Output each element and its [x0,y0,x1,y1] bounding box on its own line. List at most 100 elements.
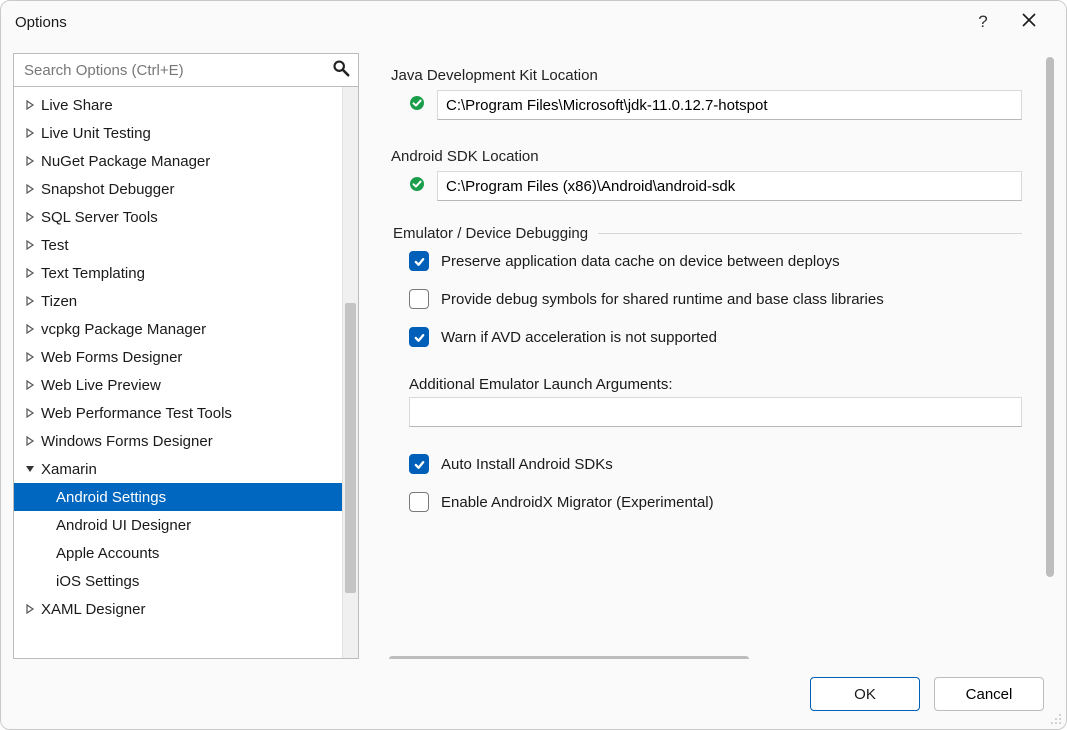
tree-item[interactable]: Live Unit Testing [14,119,358,147]
preserve-cache-checkbox[interactable] [409,251,429,271]
jdk-path-row [391,90,1022,120]
settings-panel: Java Development Kit Location Android SD… [389,53,1054,659]
tree-item[interactable]: SQL Server Tools [14,203,358,231]
androidx-row[interactable]: Enable AndroidX Migrator (Experimental) [391,483,1022,521]
tree-item[interactable]: Web Performance Test Tools [14,399,358,427]
tree-item-label: Web Forms Designer [41,349,182,366]
androidx-label: Enable AndroidX Migrator (Experimental) [441,494,714,511]
tree-item[interactable]: vcpkg Package Manager [14,315,358,343]
chevron-right-icon[interactable] [24,604,35,615]
tree-scrollbar-thumb[interactable] [345,303,356,593]
chevron-right-icon[interactable] [24,268,35,279]
auto-install-row[interactable]: Auto Install Android SDKs [391,445,1022,483]
settings-hscroll-thumb[interactable] [389,656,749,659]
tree-item[interactable]: XAML Designer [14,595,358,623]
tree-item-label: XAML Designer [41,601,146,618]
search-input[interactable] [14,54,358,86]
emulator-group: Emulator / Device Debugging Preserve app… [391,225,1022,521]
tree-item[interactable]: Xamarin [14,455,358,483]
search-icon [332,59,350,81]
tree-item[interactable]: Windows Forms Designer [14,427,358,455]
chevron-right-icon[interactable] [24,212,35,223]
chevron-right-icon[interactable] [24,156,35,167]
tree-item[interactable]: Test [14,231,358,259]
auto-install-label: Auto Install Android SDKs [441,456,613,473]
chevron-right-icon[interactable] [24,324,35,335]
left-column: Live Share Live Unit Testing NuGet Package… [13,53,359,659]
tree-scrollbar[interactable] [342,87,358,658]
tree-item-label: Live Unit Testing [41,125,151,142]
sdk-path-row [391,171,1022,201]
sdk-path-input[interactable] [437,171,1022,201]
titlebar: Options ? [1,1,1066,43]
tree-item-label: Xamarin [41,461,97,478]
tree-item-label: Web Performance Test Tools [41,405,232,422]
tree-item[interactable]: Web Forms Designer [14,343,358,371]
jdk-path-input[interactable] [437,90,1022,120]
tree-item-label: Apple Accounts [56,545,159,562]
tree-item-label: Android UI Designer [56,517,191,534]
androidx-checkbox[interactable] [409,492,429,512]
window-title: Options [15,14,67,31]
chevron-right-icon[interactable] [24,352,35,363]
warn-avd-row[interactable]: Warn if AVD acceleration is not supporte… [391,318,1022,356]
options-tree: Live Share Live Unit Testing NuGet Package… [13,87,359,659]
tree-item-label: Web Live Preview [41,377,161,394]
warn-avd-label: Warn if AVD acceleration is not supporte… [441,329,717,346]
preserve-cache-row[interactable]: Preserve application data cache on devic… [391,242,1022,280]
tree-item[interactable]: Web Live Preview [14,371,358,399]
emulator-group-label: Emulator / Device Debugging [391,225,598,242]
chevron-down-icon[interactable] [24,464,35,475]
check-ok-icon [409,176,425,196]
tree-item-label: vcpkg Package Manager [41,321,206,338]
debug-symbols-checkbox[interactable] [409,289,429,309]
options-dialog: Options ? Live Share Live Unit Testing NuG… [0,0,1067,730]
chevron-right-icon[interactable] [24,408,35,419]
auto-install-checkbox[interactable] [409,454,429,474]
debug-symbols-row[interactable]: Provide debug symbols for shared runtime… [391,280,1022,318]
chevron-right-icon[interactable] [24,100,35,111]
chevron-right-icon[interactable] [24,240,35,251]
settings-scrollbar[interactable] [1046,53,1054,659]
warn-avd-checkbox[interactable] [409,327,429,347]
chevron-right-icon[interactable] [24,184,35,195]
tree-child-item[interactable]: Apple Accounts [14,539,358,567]
chevron-right-icon[interactable] [24,128,35,139]
tree-child-item[interactable]: Android UI Designer [14,511,358,539]
cancel-button[interactable]: Cancel [934,677,1044,711]
emulator-args-input[interactable] [409,397,1022,427]
tree-item[interactable]: Snapshot Debugger [14,175,358,203]
tree-item[interactable]: Text Templating [14,259,358,287]
tree-child-item[interactable]: iOS Settings [14,567,358,595]
tree-item[interactable]: Tizen [14,287,358,315]
dialog-body: Live Share Live Unit Testing NuGet Package… [1,43,1066,659]
tree-item-label: Android Settings [56,489,166,506]
tree-item-label: Windows Forms Designer [41,433,213,450]
preserve-cache-label: Preserve application data cache on devic… [441,253,840,270]
chevron-right-icon[interactable] [24,436,35,447]
tree-item-label: Live Share [41,97,113,114]
settings-scrollbar-thumb[interactable] [1046,57,1054,577]
help-icon: ? [978,12,987,32]
tree-item[interactable]: NuGet Package Manager [14,147,358,175]
close-icon [1022,13,1036,31]
tree-item-label: Snapshot Debugger [41,181,174,198]
debug-symbols-label: Provide debug symbols for shared runtime… [441,291,884,308]
tree-item-label: SQL Server Tools [41,209,158,226]
resize-grip-icon[interactable] [1048,711,1062,725]
sdk-location-label: Android SDK Location [391,148,1022,165]
chevron-right-icon[interactable] [24,380,35,391]
tree-child-item[interactable]: Android Settings [14,483,358,511]
tree-item-label: iOS Settings [56,573,139,590]
emulator-args-label: Additional Emulator Launch Arguments: [409,376,1022,393]
chevron-right-icon[interactable] [24,296,35,307]
help-button[interactable]: ? [960,1,1006,43]
search-box[interactable] [13,53,359,87]
tree-item-label: NuGet Package Manager [41,153,210,170]
close-button[interactable] [1006,1,1052,43]
jdk-location-label: Java Development Kit Location [391,67,1022,84]
settings-scroll: Java Development Kit Location Android SD… [389,53,1040,659]
tree-item[interactable]: Live Share [14,91,358,119]
ok-button[interactable]: OK [810,677,920,711]
check-ok-icon [409,95,425,115]
